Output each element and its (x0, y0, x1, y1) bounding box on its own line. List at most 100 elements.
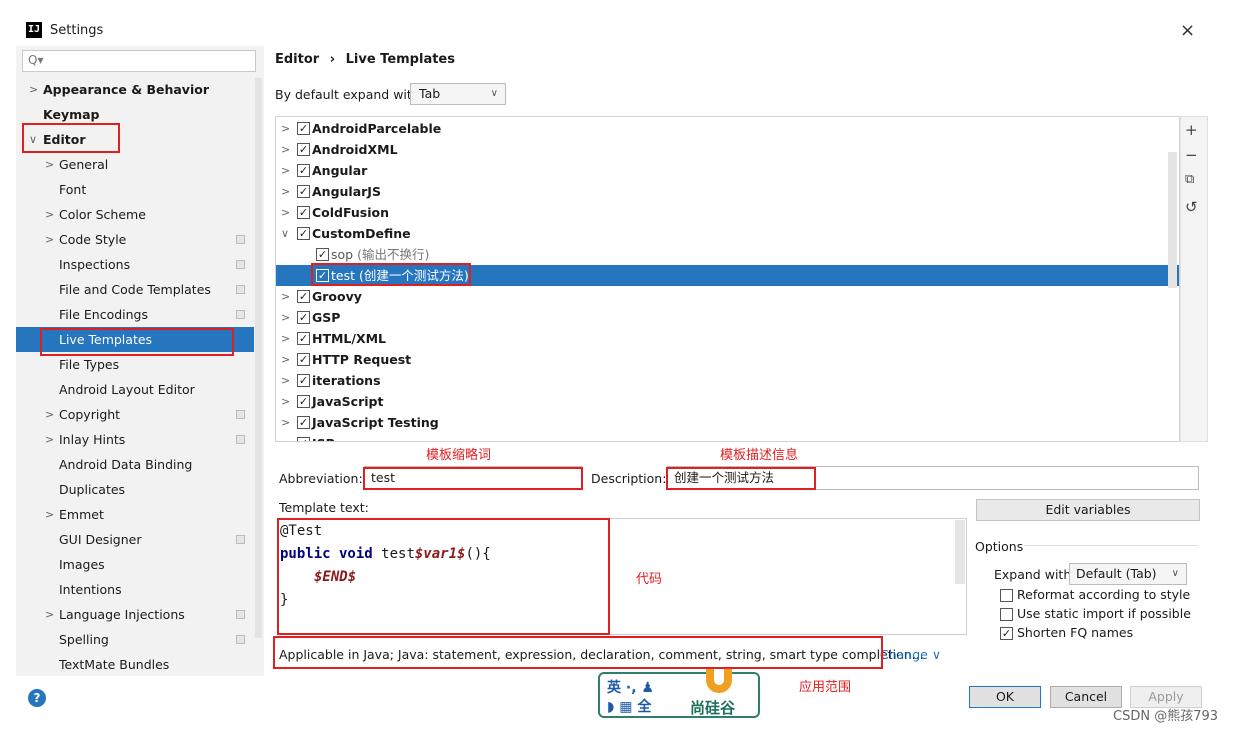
reformat-label: Reformat according to style (1017, 587, 1191, 602)
chevron-right-icon[interactable]: > (281, 307, 290, 328)
template-list-scrollbar[interactable] (1168, 152, 1177, 288)
template-group[interactable]: > ✓ Groovy (276, 286, 1179, 307)
sidebar-item-copyright[interactable]: > Copyright (16, 402, 254, 427)
template-group[interactable]: ∨ ✓ CustomDefine (276, 223, 1179, 244)
template-checkbox[interactable]: ✓ (297, 395, 310, 408)
chevron-right-icon[interactable]: > (45, 502, 54, 527)
sidebar-item-android-data-binding[interactable]: Android Data Binding (16, 452, 254, 477)
template-checkbox[interactable]: ✓ (297, 416, 310, 429)
checkbox-reformat[interactable] (1000, 589, 1013, 602)
template-group[interactable]: > ✓ GSP (276, 307, 1179, 328)
checkbox-shorten-fq[interactable]: ✓ (1000, 627, 1013, 640)
chevron-right-icon[interactable]: > (29, 77, 38, 102)
chevron-right-icon[interactable]: > (281, 118, 290, 139)
sidebar-item-emmet[interactable]: > Emmet (16, 502, 254, 527)
template-checkbox[interactable]: ✓ (297, 227, 310, 240)
breadcrumb-editor[interactable]: Editor (275, 52, 319, 67)
template-group[interactable]: > ✓ AndroidParcelable (276, 118, 1179, 139)
sidebar-item-inspections[interactable]: Inspections (16, 252, 254, 277)
restore-icon[interactable]: ↺ (1185, 198, 1198, 216)
chevron-right-icon[interactable]: > (281, 412, 290, 433)
chevron-right-icon[interactable]: > (45, 427, 54, 452)
chevron-right-icon[interactable]: > (45, 227, 54, 252)
settings-search-input[interactable] (22, 50, 256, 72)
expand-with-select[interactable]: Default (Tab) ∨ (1069, 563, 1187, 585)
template-checkbox[interactable]: ✓ (297, 374, 310, 387)
close-icon[interactable]: × (1180, 20, 1195, 41)
template-label: GSP (312, 307, 340, 328)
template-checkbox[interactable]: ✓ (297, 206, 310, 219)
chevron-right-icon[interactable]: > (45, 202, 54, 227)
template-group[interactable]: > ✓ Angular (276, 160, 1179, 181)
template-label: sop (输出不换行) (331, 244, 429, 265)
chevron-right-icon[interactable]: > (281, 370, 290, 391)
sidebar-item-file-and-code-templates[interactable]: File and Code Templates (16, 277, 254, 302)
template-checkbox[interactable]: ✓ (297, 332, 310, 345)
template-group[interactable]: > ✓ HTTP Request (276, 349, 1179, 370)
sidebar-item-inlay-hints[interactable]: > Inlay Hints (16, 427, 254, 452)
template-checkbox[interactable]: ✓ (297, 290, 310, 303)
sidebar-item-general[interactable]: > General (16, 152, 254, 177)
template-checkbox[interactable]: ✓ (297, 353, 310, 366)
template-group[interactable]: > ✓ iterations (276, 370, 1179, 391)
sidebar-item-images[interactable]: Images (16, 552, 254, 577)
sidebar-item-duplicates[interactable]: Duplicates (16, 477, 254, 502)
template-group[interactable]: > ✓ ColdFusion (276, 202, 1179, 223)
sidebar-item-intentions[interactable]: Intentions (16, 577, 254, 602)
sidebar-item-color-scheme[interactable]: > Color Scheme (16, 202, 254, 227)
code-scrollbar[interactable] (955, 520, 965, 584)
sidebar-item-label: Color Scheme (59, 207, 146, 222)
chevron-right-icon[interactable]: > (281, 286, 290, 307)
template-checkbox[interactable]: ✓ (297, 143, 310, 156)
change-context-link[interactable]: Change ∨ (880, 647, 941, 662)
chevron-right-icon[interactable]: > (281, 160, 290, 181)
edit-variables-button[interactable]: Edit variables (976, 499, 1200, 521)
template-checkbox[interactable]: ✓ (297, 164, 310, 177)
sidebar-item-code-style[interactable]: > Code Style (16, 227, 254, 252)
chevron-right-icon[interactable]: > (45, 602, 54, 627)
sidebar-scrollbar[interactable] (255, 78, 262, 638)
sidebar-item-android-layout-editor[interactable]: Android Layout Editor (16, 377, 254, 402)
template-checkbox[interactable]: ✓ (297, 185, 310, 198)
chevron-right-icon[interactable]: > (45, 402, 54, 427)
template-checkbox[interactable]: ✓ (297, 437, 310, 441)
cancel-button[interactable]: Cancel (1050, 686, 1122, 708)
template-checkbox[interactable]: ✓ (297, 311, 310, 324)
annotation-scope-note: 应用范围 (799, 680, 852, 695)
template-group[interactable]: > ✓ HTML/XML (276, 328, 1179, 349)
remove-icon[interactable]: − (1185, 146, 1198, 164)
template-item[interactable]: ✓ sop (输出不换行) (276, 244, 1179, 265)
help-icon[interactable]: ? (28, 689, 46, 707)
chevron-right-icon[interactable]: > (281, 433, 290, 441)
template-group[interactable]: > ✓ AndroidXML (276, 139, 1179, 160)
template-group[interactable]: > ✓ JavaScript Testing (276, 412, 1179, 433)
sidebar-item-label: File Encodings (59, 307, 149, 322)
template-label: iterations (312, 370, 381, 391)
checkbox-static-import[interactable] (1000, 608, 1013, 621)
chevron-right-icon[interactable]: > (281, 328, 290, 349)
template-group[interactable]: > ✓ JavaScript (276, 391, 1179, 412)
chevron-right-icon[interactable]: > (45, 152, 54, 177)
sidebar-item-textmate-bundles[interactable]: TextMate Bundles (16, 652, 254, 677)
expand-default-select[interactable]: Tab ∨ (410, 83, 506, 105)
chevron-right-icon[interactable]: > (281, 181, 290, 202)
template-checkbox[interactable]: ✓ (297, 122, 310, 135)
sidebar-item-spelling[interactable]: Spelling (16, 627, 254, 652)
template-group[interactable]: > ✓JSP (276, 433, 1179, 441)
sidebar-item-font[interactable]: Font (16, 177, 254, 202)
sidebar-item-gui-designer[interactable]: GUI Designer (16, 527, 254, 552)
sidebar-item-label: Intentions (59, 582, 122, 597)
sidebar-item-language-injections[interactable]: > Language Injections (16, 602, 254, 627)
chevron-right-icon[interactable]: > (281, 391, 290, 412)
sidebar-item-file-encodings[interactable]: File Encodings (16, 302, 254, 327)
template-checkbox[interactable]: ✓ (316, 248, 329, 261)
chevron-right-icon[interactable]: > (281, 202, 290, 223)
sidebar-item-appearance-behavior[interactable]: > Appearance & Behavior (16, 77, 254, 102)
chevron-down-icon[interactable]: ∨ (281, 223, 289, 244)
copy-icon[interactable]: ⧉ (1185, 172, 1194, 187)
chevron-right-icon[interactable]: > (281, 139, 290, 160)
ok-button[interactable]: OK (969, 686, 1041, 708)
chevron-right-icon[interactable]: > (281, 349, 290, 370)
template-group[interactable]: > ✓ AngularJS (276, 181, 1179, 202)
add-icon[interactable]: + (1185, 121, 1198, 139)
